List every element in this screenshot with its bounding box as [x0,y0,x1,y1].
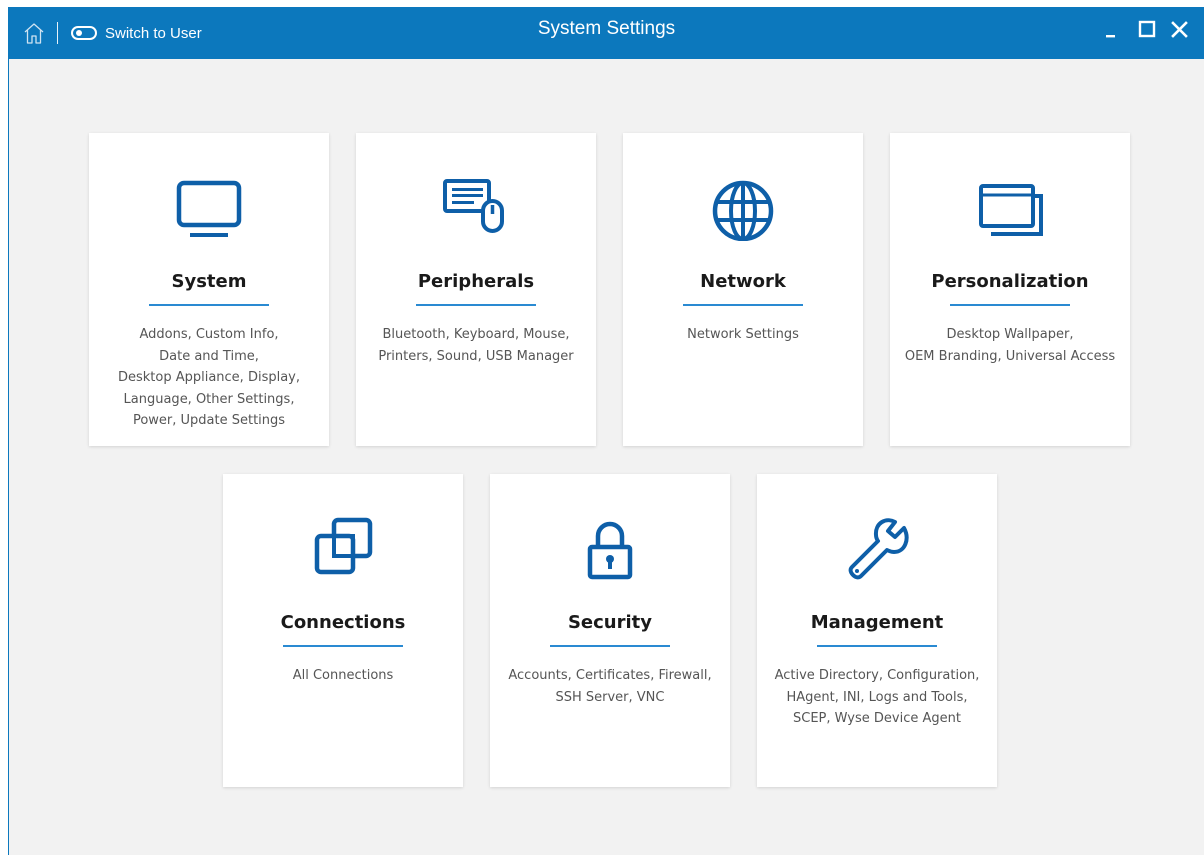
card-personalization[interactable]: Personalization Desktop Wallpaper, OEM B… [890,133,1130,446]
title-bar-divider [57,22,58,44]
lock-icon [587,521,633,580]
card-underline [283,645,403,647]
card-title: Connections [280,612,406,633]
card-description: Bluetooth, Keyboard, Mouse, Printers, So… [378,327,574,364]
card-management[interactable]: Management Active Directory, Configurati… [757,474,997,787]
card-description: Network Settings [687,327,799,342]
card-description: Addons, Custom Info, Date and Time, Desk… [117,327,301,428]
title-bar: Switch to User System Settings [9,7,1204,59]
card-underline [950,304,1070,306]
monitor-icon [176,180,242,237]
card-peripherals[interactable]: Peripherals Bluetooth, Keyboard, Mouse, … [356,133,596,446]
card-underline [149,304,269,306]
switch-to-user-button[interactable]: Switch to User [71,20,202,46]
card-title: Security [567,612,653,633]
card-security[interactable]: Security Accounts, Certificates, Firewal… [490,474,730,787]
card-title: Personalization [931,271,1089,292]
card-description: All Connections [292,668,394,683]
card-network[interactable]: Network Network Settings [623,133,863,446]
card-underline [817,645,937,647]
switch-to-user-label: Switch to User [105,24,202,42]
maximize-icon[interactable] [1137,19,1159,41]
windows-icon [979,184,1043,236]
card-title: Network [700,271,786,292]
card-connections[interactable]: Connections All Connections [223,474,463,787]
minimize-icon[interactable] [1102,19,1124,41]
home-icon[interactable] [23,21,45,45]
card-underline [683,304,803,306]
close-icon[interactable] [1169,19,1191,41]
card-description: Desktop Wallpaper, OEM Branding, Univers… [904,327,1116,364]
globe-icon [712,180,774,241]
card-description: Active Directory, Configuration, HAgent,… [774,668,980,726]
card-underline [416,304,536,306]
card-description: Accounts, Certificates, Firewall, SSH Se… [508,668,712,705]
keyboard-mouse-icon [443,179,504,233]
system-settings-window: Switch to User System Settings System Ad… [8,7,1204,855]
card-title: Management [810,612,944,633]
toggle-icon [71,26,97,40]
card-title: Peripherals [417,271,535,292]
wrench-icon [848,518,909,580]
card-system[interactable]: System Addons, Custom Info, Date and Tim… [89,133,329,446]
connections-icon [314,517,373,575]
card-underline [550,645,670,647]
card-title: System [171,271,247,292]
